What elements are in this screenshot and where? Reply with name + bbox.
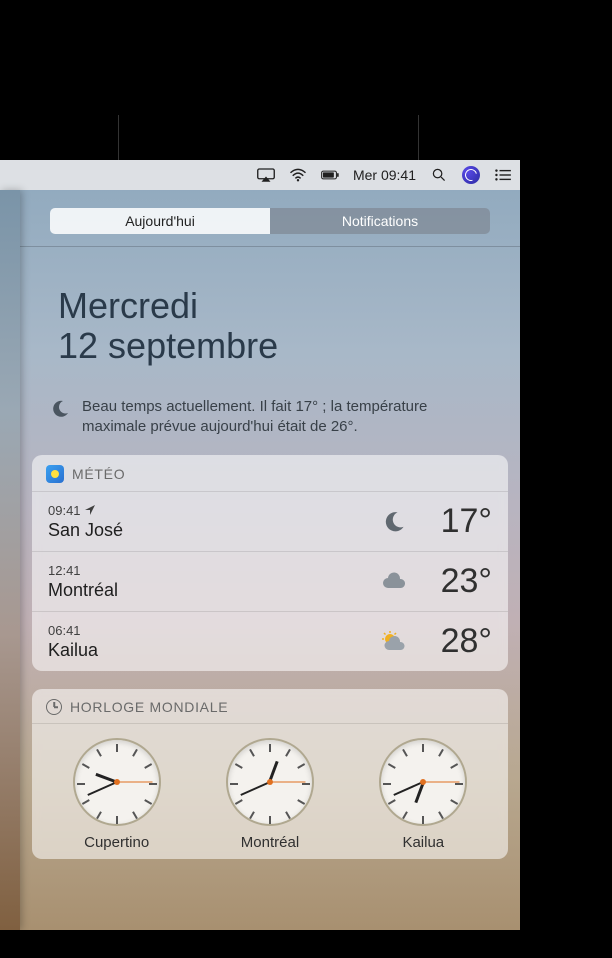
- world-clock-widget[interactable]: HORLOGE MONDIALE Cupertino Montréal Kailua: [32, 689, 508, 859]
- siri-icon[interactable]: [462, 166, 480, 184]
- world-clock-city: Cupertino: [73, 834, 161, 851]
- panel-divider: [20, 246, 520, 247]
- menu-bar: Mer 09:41: [0, 160, 520, 190]
- weather-widget-title: MÉTÉO: [72, 466, 125, 482]
- location-icon: [85, 505, 95, 515]
- wifi-icon[interactable]: [289, 168, 307, 182]
- weather-row-city: Montréal: [48, 580, 376, 601]
- world-clock-item[interactable]: Cupertino: [73, 738, 161, 851]
- analog-clock-face: [73, 738, 161, 826]
- weather-summary: Beau temps actuellement. Il fait 17° ; l…: [50, 397, 490, 438]
- weather-row[interactable]: 06:41 Kailua 28°: [32, 611, 508, 671]
- menubar-clock[interactable]: Mer 09:41: [353, 167, 416, 183]
- world-clock-widget-header: HORLOGE MONDIALE: [32, 699, 508, 723]
- weather-row-city: Kailua: [48, 640, 376, 661]
- macos-screen: Mer 09:41 Aujourd'hui Notifications Merc…: [0, 160, 520, 930]
- notification-center-icon[interactable]: [494, 168, 512, 182]
- battery-icon[interactable]: [321, 168, 339, 182]
- weather-condition-icon: [376, 572, 412, 592]
- spotlight-icon[interactable]: [430, 168, 448, 182]
- tab-today[interactable]: Aujourd'hui: [50, 208, 270, 234]
- moon-icon: [50, 399, 70, 419]
- tab-notifications[interactable]: Notifications: [270, 208, 490, 234]
- weather-row-temp: 17°: [412, 502, 492, 541]
- weather-condition-icon: [376, 630, 412, 654]
- clock-app-icon: [46, 699, 62, 715]
- analog-clock-face: [226, 738, 314, 826]
- notification-center-panel: Aujourd'hui Notifications Mercredi 12 se…: [20, 190, 520, 930]
- weather-widget[interactable]: MÉTÉO 09:41 San José 17° 12:41 Montréal 23° 06…: [32, 455, 508, 671]
- date-day-month: 12 septembre: [58, 325, 520, 367]
- world-clock-item[interactable]: Montréal: [226, 738, 314, 851]
- weather-row-time: 12:41: [48, 563, 376, 578]
- world-clock-city: Montréal: [226, 834, 314, 851]
- world-clock-widget-title: HORLOGE MONDIALE: [70, 699, 228, 715]
- date-weekday: Mercredi: [58, 287, 520, 325]
- weather-row[interactable]: 12:41 Montréal 23°: [32, 551, 508, 611]
- panel-tabs: Aujourd'hui Notifications: [50, 208, 490, 234]
- analog-clock-face: [379, 738, 467, 826]
- weather-summary-text: Beau temps actuellement. Il fait 17° ; l…: [82, 397, 490, 438]
- weather-app-icon: [46, 465, 64, 483]
- world-clock-item[interactable]: Kailua: [379, 738, 467, 851]
- weather-row[interactable]: 09:41 San José 17°: [32, 491, 508, 551]
- weather-widget-header: MÉTÉO: [32, 465, 508, 491]
- airplay-icon[interactable]: [257, 168, 275, 182]
- weather-condition-icon: [376, 510, 412, 534]
- weather-row-time: 06:41: [48, 623, 376, 638]
- world-clock-city: Kailua: [379, 834, 467, 851]
- weather-row-city: San José: [48, 520, 376, 541]
- weather-row-temp: 28°: [412, 622, 492, 661]
- weather-row-time: 09:41: [48, 503, 376, 518]
- date-heading: Mercredi 12 septembre: [58, 287, 520, 367]
- weather-row-temp: 23°: [412, 562, 492, 601]
- desktop-wallpaper-sliver: [0, 190, 20, 930]
